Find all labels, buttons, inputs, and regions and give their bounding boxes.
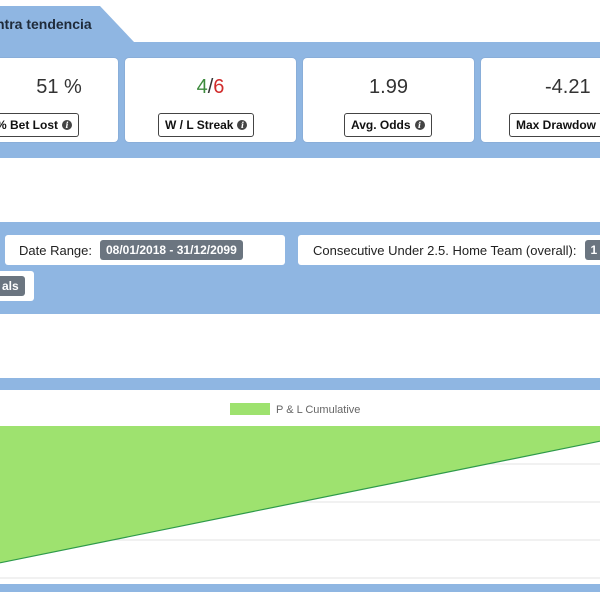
info-icon[interactable]: i <box>414 120 425 130</box>
consecutive-value: 1 <box>584 240 600 260</box>
section-tab[interactable]: ntra tendencia <box>0 6 134 42</box>
legend-swatch <box>230 403 270 415</box>
stat-value-max-drawdown: -4.21 <box>545 76 591 98</box>
stat-card-avg-odds: 1.99 Avg. Odds i <box>303 58 474 142</box>
stat-card-wl-streak: 4/6 W / L Streak i <box>125 58 296 142</box>
stat-value-avg-odds: 1.99 <box>369 76 408 98</box>
chart-panel-bottom-border <box>0 584 600 592</box>
stat-loss-count: 6 <box>213 76 225 98</box>
stat-card-max-drawdown: -4.21 Max Drawdow <box>481 58 600 142</box>
stats-panel: 51 % % Bet Lost i 4/6 W / L Streak i 1.9… <box>0 42 600 158</box>
pl-chart: P & L Cumulative <box>0 390 600 584</box>
stat-value-bet-lost: 51 % <box>36 76 82 98</box>
stat-card-bet-lost: 51 % % Bet Lost i <box>0 58 118 142</box>
consecutive-filter[interactable]: Consecutive Under 2.5. Home Team (overal… <box>298 235 600 265</box>
chart-panel-top-border <box>0 378 600 390</box>
date-range-label: Date Range: <box>19 242 92 258</box>
date-range-filter[interactable]: Date Range: 08/01/2018 - 31/12/2099 <box>5 235 285 265</box>
section-tab-title: ntra tendencia <box>0 16 92 32</box>
stat-label-max-drawdown[interactable]: Max Drawdow <box>509 113 600 137</box>
info-icon[interactable]: i <box>62 120 73 130</box>
legend-label: P & L Cumulative <box>276 404 360 416</box>
pl-chart-svg: P & L Cumulative <box>0 403 600 579</box>
stat-label-bet-lost[interactable]: % Bet Lost i <box>0 113 80 137</box>
info-icon[interactable]: i <box>237 120 248 130</box>
stat-label-wl-streak[interactable]: W / L Streak i <box>158 113 255 137</box>
extra-filter[interactable]: als <box>0 271 34 301</box>
filters-panel: Date Range: 08/01/2018 - 31/12/2099 Cons… <box>0 222 600 314</box>
date-range-value: 08/01/2018 - 31/12/2099 <box>100 240 243 260</box>
stat-win-count: 4 <box>196 76 208 98</box>
chart-legend[interactable]: P & L Cumulative <box>230 403 360 416</box>
stat-label-avg-odds[interactable]: Avg. Odds i <box>344 113 432 137</box>
pl-area <box>0 426 600 563</box>
extra-filter-value: als <box>0 276 25 296</box>
stat-value-wl-streak: 4/6 <box>196 76 225 98</box>
consecutive-label: Consecutive Under 2.5. Home Team (overal… <box>313 242 577 258</box>
